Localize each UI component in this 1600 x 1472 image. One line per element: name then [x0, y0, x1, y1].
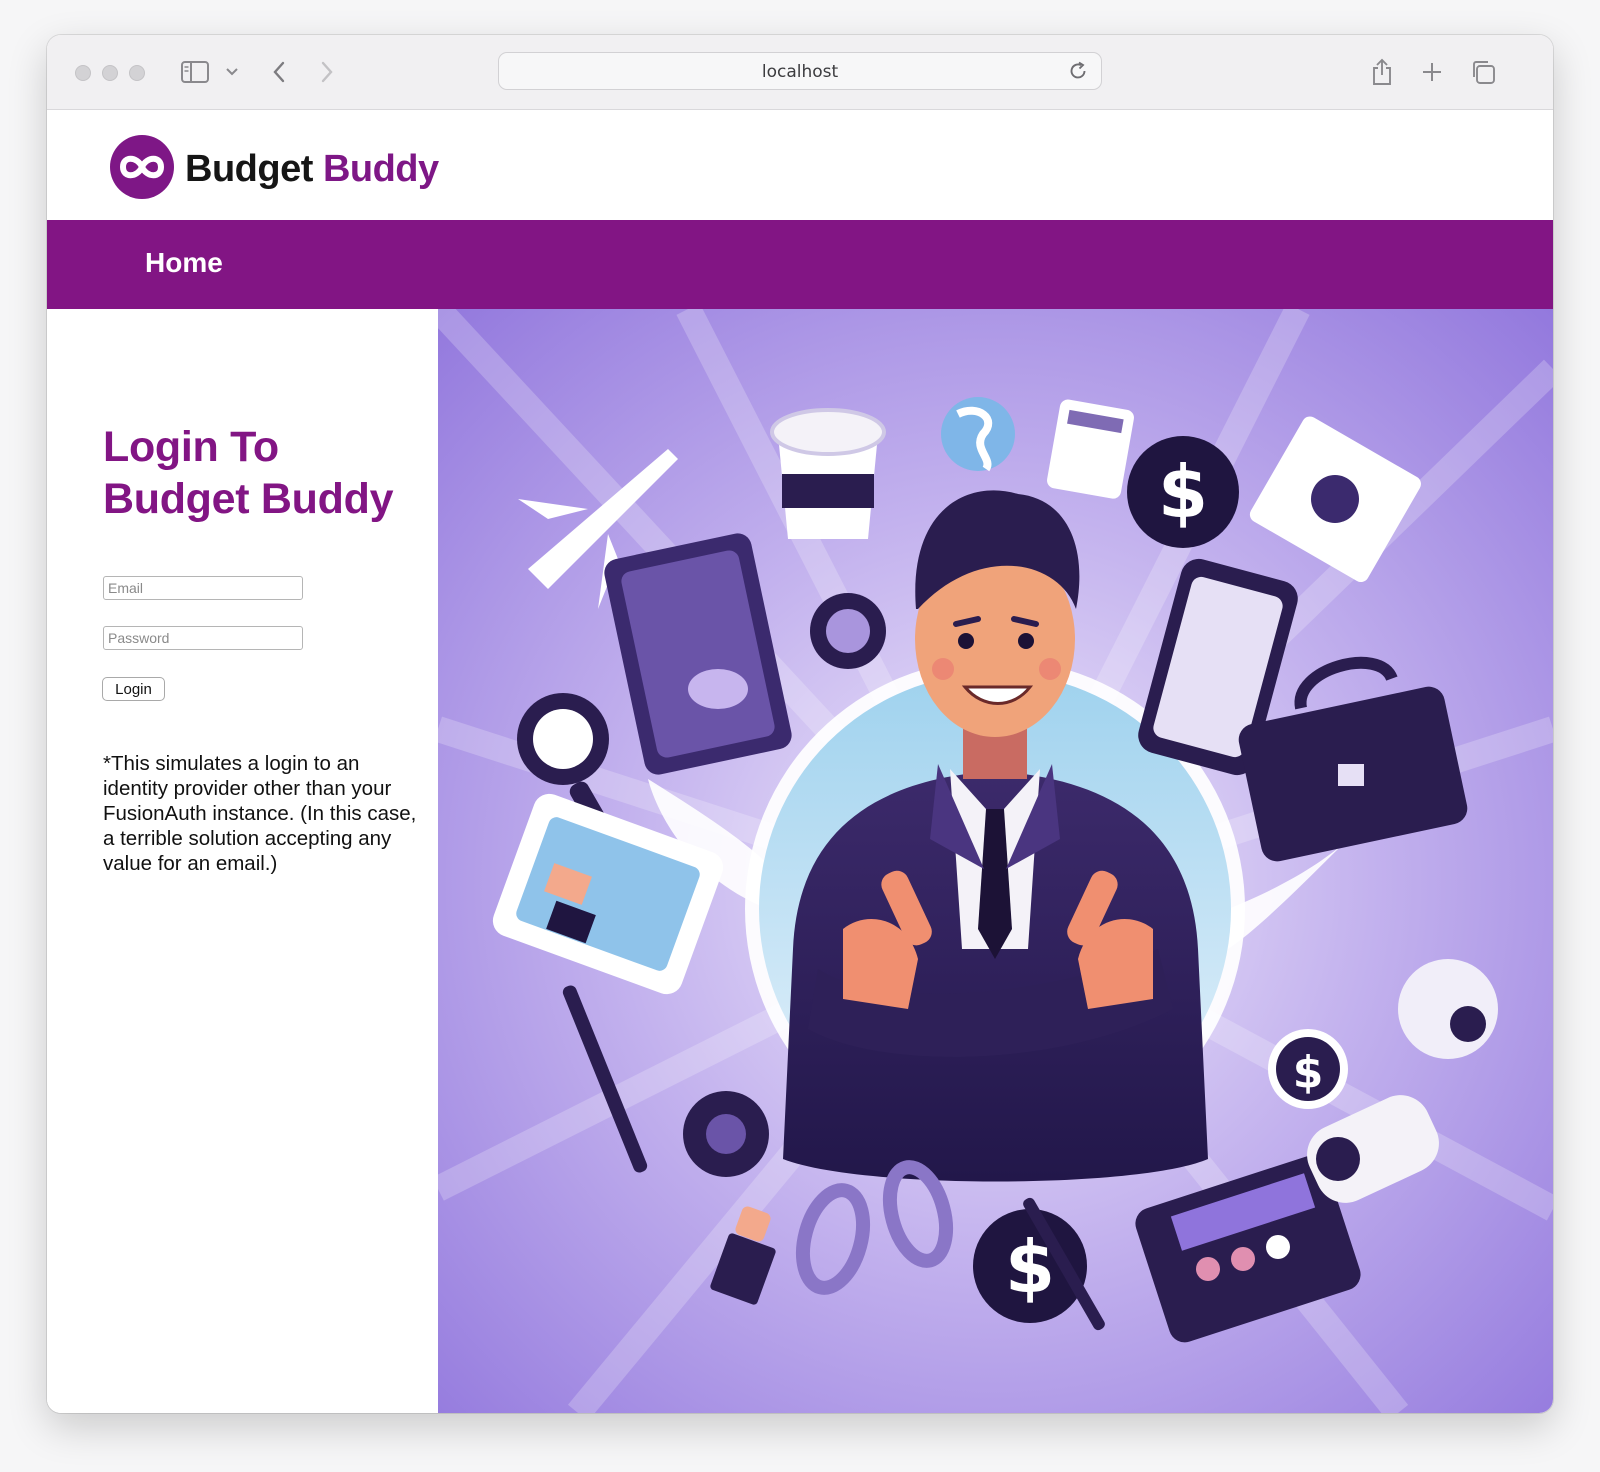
login-button[interactable]: Login — [102, 677, 165, 701]
browser-toolbar: localhost — [47, 35, 1553, 110]
site-header: Budget Buddy — [47, 110, 1553, 220]
budget-buddy-logo-icon[interactable] — [109, 134, 175, 205]
reload-icon[interactable] — [1067, 60, 1089, 87]
page-viewport: Budget Buddy Home Login To Budget Buddy … — [47, 110, 1553, 1413]
brand-name[interactable]: Budget Buddy — [185, 148, 439, 191]
address-bar[interactable]: localhost — [498, 52, 1102, 90]
browser-window: localhost Budget Buddy Home Login To Bud… — [47, 35, 1553, 1413]
login-disclaimer: *This simulates a login to an identity p… — [103, 752, 417, 875]
chevron-down-icon[interactable] — [223, 57, 241, 87]
new-tab-icon[interactable] — [1419, 57, 1445, 87]
login-panel: Login To Budget Buddy Login *This simula… — [47, 309, 439, 1413]
email-input[interactable] — [103, 576, 303, 600]
brand-word-buddy: Buddy — [322, 148, 439, 190]
login-title: Login To Budget Buddy — [103, 423, 394, 523]
sidebar-icon[interactable] — [179, 57, 211, 87]
nav-home-link[interactable]: Home — [145, 247, 223, 279]
main-nav: Home — [47, 220, 1553, 309]
forward-arrow-icon[interactable] — [315, 57, 339, 87]
close-window-button[interactable] — [75, 65, 91, 81]
minimize-window-button[interactable] — [102, 65, 118, 81]
hero-illustration: $ $ $ — [438, 309, 1553, 1413]
zoom-window-button[interactable] — [129, 65, 145, 81]
back-arrow-icon[interactable] — [267, 57, 291, 87]
svg-text:$: $ — [1158, 450, 1208, 534]
tabs-overview-icon[interactable] — [1469, 57, 1497, 87]
password-input[interactable] — [103, 626, 303, 650]
svg-text:$: $ — [1293, 1047, 1324, 1098]
hero-image: $ $ $ — [438, 309, 1553, 1413]
share-icon[interactable] — [1369, 57, 1395, 87]
brand-word-budget: Budget — [185, 148, 313, 190]
address-text: localhost — [761, 62, 839, 82]
